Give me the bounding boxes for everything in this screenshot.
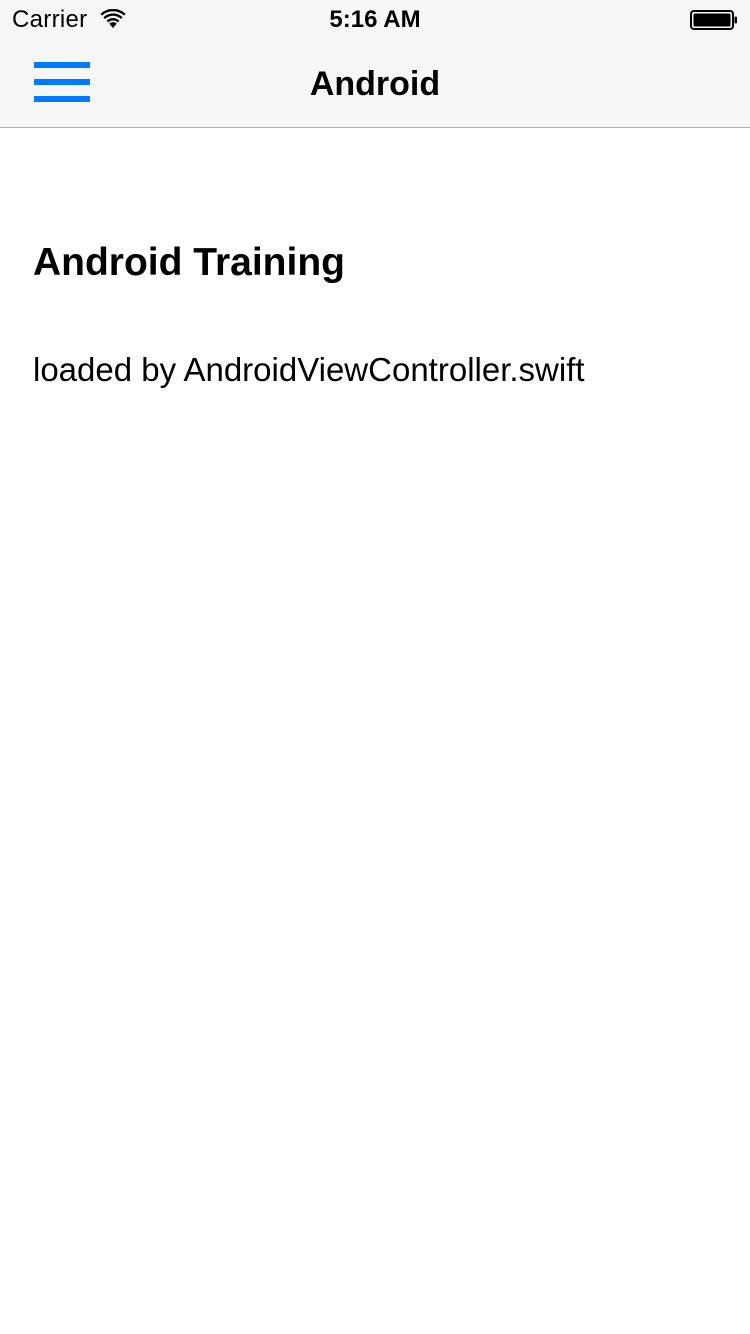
page-subtext: loaded by AndroidViewController.swift [33, 351, 585, 388]
page-heading: Android Training [33, 241, 345, 284]
battery-full-icon [690, 10, 738, 30]
nav-title: Android [309, 65, 441, 103]
navigation-bar: Android [0, 40, 750, 128]
screen: Carrier 5:16 AM Android Android Training… [0, 0, 750, 1334]
top-chrome: Carrier 5:16 AM Android [0, 0, 750, 128]
status-time: 5:16 AM [329, 6, 421, 33]
status-bar: Carrier 5:16 AM [0, 0, 750, 40]
